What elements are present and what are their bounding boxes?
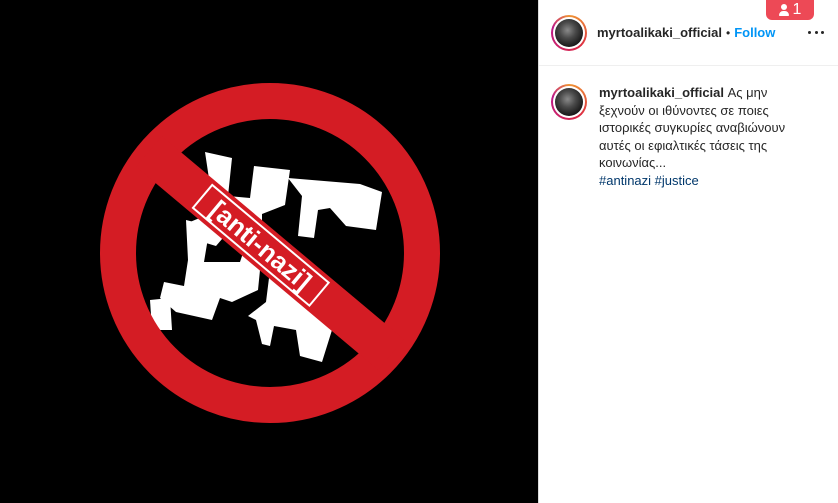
post-image[interactable]: [anti-nazi] — [0, 0, 538, 503]
person-notification-icon — [778, 4, 789, 16]
avatar-photo — [555, 18, 583, 47]
more-options-icon[interactable] — [808, 24, 824, 40]
hashtag-link[interactable]: #antinazi — [599, 173, 651, 188]
instagram-post: [anti-nazi] myrtoalikaki_official • Foll… — [0, 0, 838, 503]
separator-dot: • — [726, 25, 731, 40]
hashtag-link[interactable]: #justice — [655, 173, 699, 188]
author-avatar[interactable] — [551, 14, 587, 51]
notification-count: 1 — [792, 1, 802, 18]
author-username[interactable]: myrtoalikaki_official — [597, 25, 722, 40]
caption-username[interactable]: myrtoalikaki_official — [599, 85, 724, 100]
post-caption: myrtoalikaki_official Ας μην ξεχνούν οι … — [539, 66, 838, 189]
post-sidebar: myrtoalikaki_official • Follow 1 myrtoal… — [538, 0, 838, 503]
avatar-photo — [555, 88, 583, 116]
anti-nazi-symbol: [anti-nazi] — [0, 0, 538, 503]
notification-badge[interactable]: 1 — [766, 0, 814, 20]
caption-avatar[interactable] — [551, 84, 587, 120]
caption-body: myrtoalikaki_official Ας μην ξεχνούν οι … — [599, 84, 811, 189]
follow-button[interactable]: Follow — [734, 25, 775, 40]
